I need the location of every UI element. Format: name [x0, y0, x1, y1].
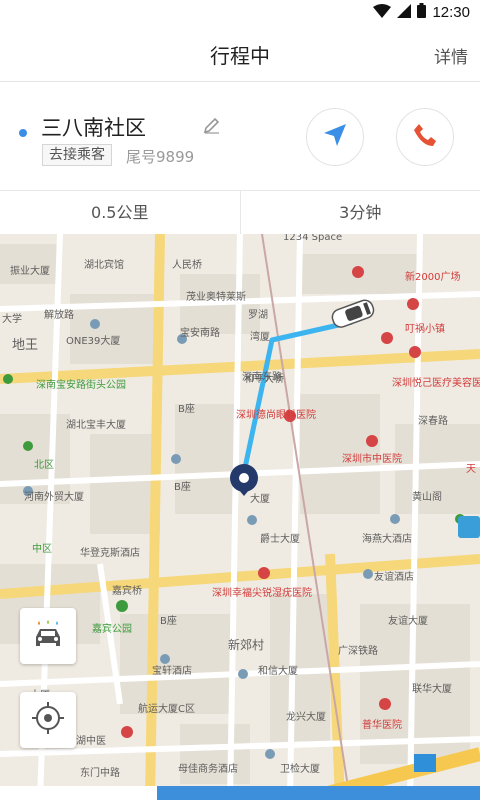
map-label: 北区: [34, 460, 54, 471]
map-label: B座: [174, 482, 191, 493]
map-label: 航运大厦C区: [138, 704, 195, 715]
map-label: 友谊酒店: [374, 572, 414, 583]
trip-stats: 0.5公里 3分钟: [0, 190, 480, 234]
call-passenger-button[interactable]: [396, 108, 454, 166]
battery-icon: [417, 2, 427, 22]
map-label: 卫检大厦: [280, 764, 320, 775]
map-label: 天: [466, 464, 476, 475]
map-label: 广深铁路: [338, 646, 378, 657]
map-label: 1234 Space: [283, 234, 343, 243]
map-label: 中区: [32, 544, 52, 555]
map-label: 黄山阁: [412, 492, 442, 503]
map-label: 普华医院: [362, 720, 402, 731]
map-label: 深圳德尚眼科医院: [236, 410, 316, 421]
map-label: 叮祸小镇: [405, 324, 445, 335]
map-label: B座: [178, 404, 195, 415]
navigate-arrow-icon: [322, 122, 348, 152]
map-label: 地王: [12, 338, 39, 353]
map-label: 人民桥: [172, 260, 202, 271]
map-label: 联华大厦: [412, 684, 452, 695]
map-label: 湖北宾馆: [84, 260, 124, 271]
car-mode-button[interactable]: [20, 608, 76, 664]
map-label: 龙兴大厦: [286, 712, 326, 723]
destination-dot-icon: [19, 122, 27, 141]
bottom-bar-left: [0, 786, 157, 800]
map-label: 深南东路: [242, 372, 282, 383]
app-header: 行程中 详情: [0, 24, 480, 82]
map-label: 爵士大厦: [260, 534, 300, 545]
map-label: 解放路: [44, 310, 74, 321]
map-label: 深南宝安路街头公园: [36, 380, 126, 391]
bottom-action-bar[interactable]: [157, 786, 480, 800]
wifi-icon: [373, 3, 392, 22]
page-title: 行程中: [210, 44, 270, 68]
cellular-signal-icon: [397, 3, 412, 22]
map-label: 嘉宾公园: [92, 624, 132, 635]
map-label: 母佳商务酒店: [178, 764, 238, 775]
map-label: 罗湖: [248, 310, 268, 321]
map-label: 深圳悦己医疗美容医院: [392, 378, 480, 389]
status-tag: 去接乘客: [42, 144, 112, 166]
map-label: 新郊村: [228, 638, 265, 652]
navigate-button[interactable]: [306, 108, 364, 166]
map-label: ONE39大厦: [66, 336, 121, 347]
map-label: 宝安南路: [180, 328, 220, 339]
map-label: 大学: [2, 314, 22, 325]
distance-value: 0.5公里: [0, 191, 241, 234]
destination-name: 三八南社区: [41, 116, 146, 140]
status-bar: 12:30: [0, 0, 480, 24]
locate-crosshair-icon: [31, 701, 65, 739]
map-label: 东门中路: [80, 768, 120, 779]
map-label: 湖北宝丰大厦: [66, 420, 126, 431]
edit-pencil-icon[interactable]: [203, 116, 221, 138]
map-label: 深春路: [418, 416, 448, 427]
map-label: 新2000广场: [405, 272, 461, 283]
map-label: 湾厦: [250, 332, 270, 343]
detail-link[interactable]: 详情: [434, 43, 468, 68]
passenger-tail-number: 尾号9899: [126, 148, 195, 166]
map-label: 友谊大厦: [388, 616, 428, 627]
map-label: 茂业奥特莱斯: [186, 292, 246, 303]
map-label: 大厦: [250, 494, 270, 505]
car-icon: [31, 617, 65, 655]
map-label: 河南外贸大厦: [24, 492, 84, 503]
map-label: B座: [160, 616, 177, 627]
map-label: 嘉宾桥: [112, 586, 142, 597]
duration-value: 3分钟: [339, 203, 382, 222]
map-label: 振业大厦: [10, 266, 50, 277]
map-label: 海燕大酒店: [362, 534, 412, 545]
locate-me-button[interactable]: [20, 692, 76, 748]
status-time: 12:30: [432, 3, 470, 21]
map-label: 和信大厦: [258, 666, 298, 677]
map-label: 深圳幸福尖锐湿疣医院: [212, 588, 312, 599]
map-label: 华登克斯酒店: [80, 548, 140, 559]
phone-icon: [412, 122, 438, 152]
map-label: 深圳市中医院: [342, 454, 402, 465]
map-label: 宝轩酒店: [152, 666, 192, 677]
